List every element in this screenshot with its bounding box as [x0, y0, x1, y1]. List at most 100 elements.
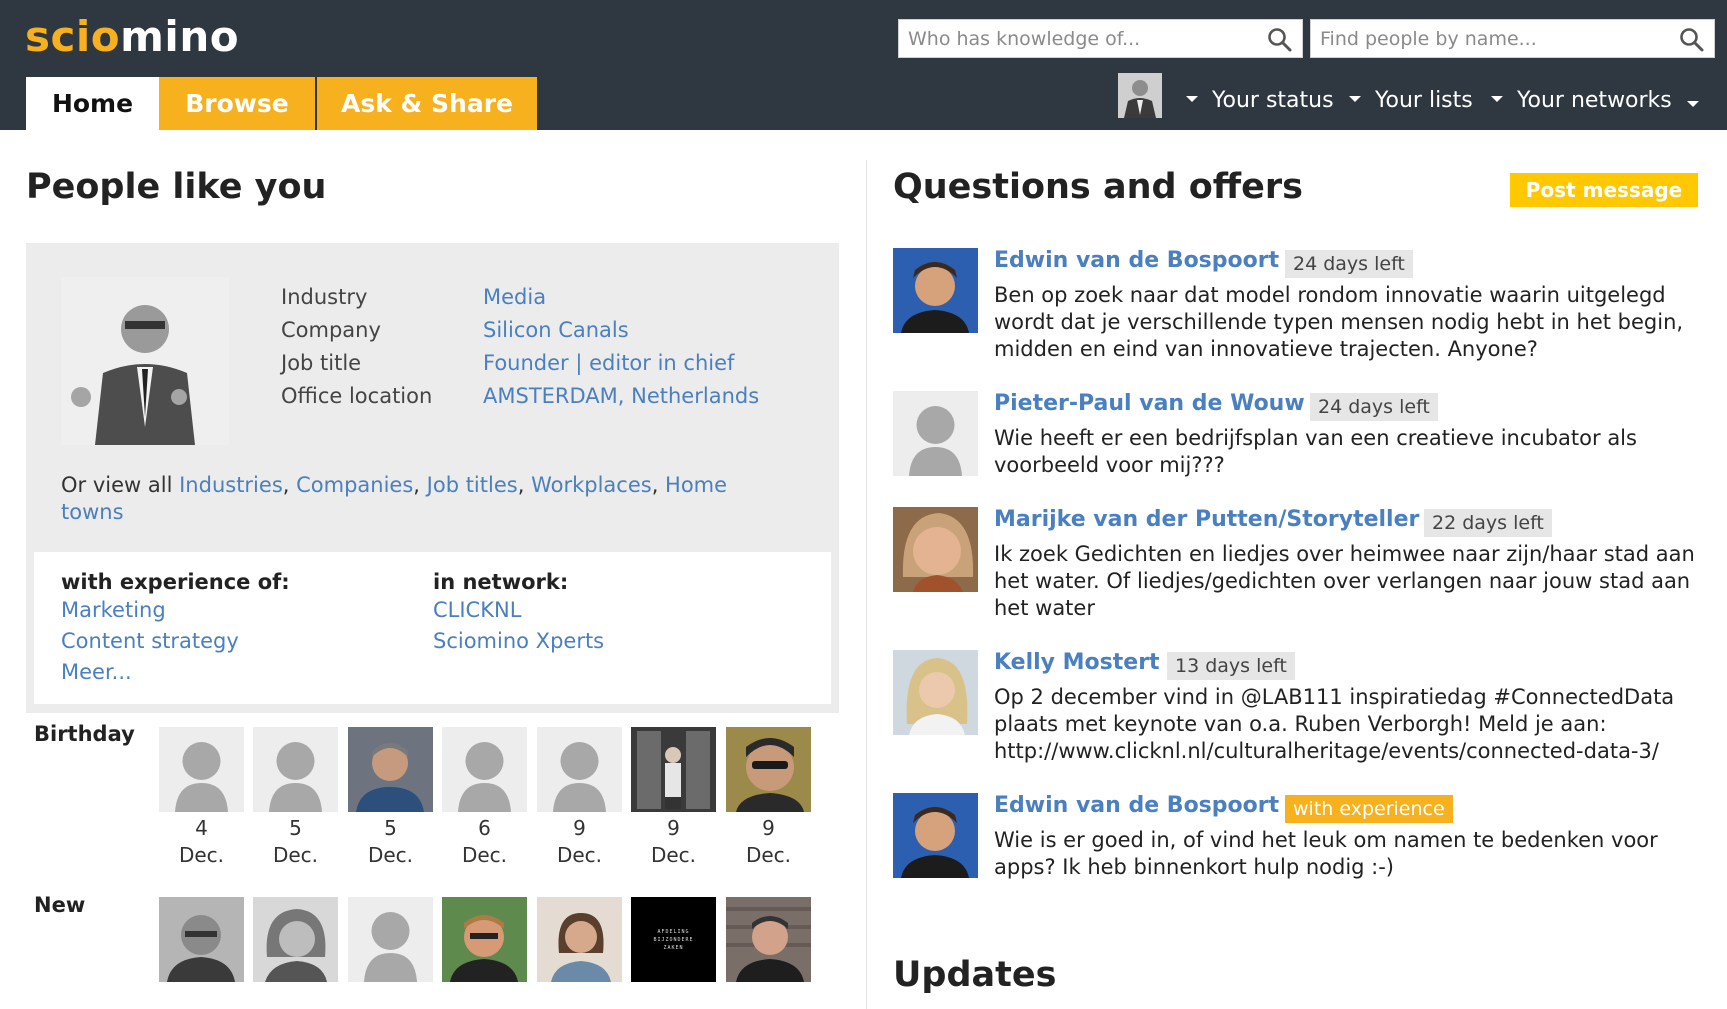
question-author-link[interactable]: Edwin van de Bospoort [994, 248, 1279, 273]
people-search [1310, 19, 1715, 58]
view-all-workplaces-link[interactable]: Workplaces [531, 473, 652, 497]
experience-heading: with experience of: [61, 570, 290, 594]
your-lists-menu[interactable]: Your lists [1349, 88, 1473, 118]
question-author-link[interactable]: Kelly Mostert [994, 650, 1160, 675]
user-avatar[interactable] [1118, 73, 1162, 118]
knowledge-search-input[interactable] [899, 20, 1302, 57]
question-author-link[interactable]: Pieter-Paul van de Wouw [994, 391, 1305, 416]
person-placeholder-icon [893, 391, 978, 476]
birthday-person-avatar[interactable] [442, 727, 527, 812]
question-text: Op 2 december vind in @LAB111 inspiratie… [994, 685, 1675, 763]
question-author-avatar[interactable] [893, 507, 978, 592]
person-photo [726, 897, 811, 982]
search-icon[interactable] [1678, 26, 1706, 54]
days-left-badge: 24 days left [1285, 250, 1413, 278]
sciomino-logo[interactable]: sciomino [25, 12, 239, 61]
person-photo [893, 650, 978, 735]
chevron-down-icon [1349, 96, 1361, 102]
question-item: Edwin van de Bospoort with experience Wi… [893, 793, 1703, 888]
tab-browse[interactable]: Browse [159, 77, 315, 130]
person-photo [253, 897, 338, 982]
birthday-person-avatar[interactable] [159, 727, 244, 812]
person-photo [893, 248, 978, 333]
person-photo [631, 727, 716, 812]
people-search-input[interactable] [1311, 20, 1714, 57]
question-text: Ben op zoek naar dat model rondom innova… [994, 283, 1684, 361]
person-photo [159, 897, 244, 982]
question-item: Edwin van de Bospoort 24 days left Ben o… [893, 248, 1703, 361]
chevron-down-icon [1186, 96, 1198, 102]
your-networks-menu[interactable]: Your networks [1491, 88, 1672, 118]
birthday-person-avatar[interactable] [726, 727, 811, 812]
field-label-industry: Industry [281, 285, 368, 309]
new-member-avatar[interactable] [348, 897, 433, 982]
person-photo [537, 897, 622, 982]
field-label-job-title: Job title [281, 351, 362, 375]
question-author-link[interactable]: Edwin van de Bospoort [994, 793, 1279, 818]
birthday-date: 9 Dec. [650, 816, 697, 867]
view-all-line: Or view all Industries, Companies, Job t… [61, 473, 728, 524]
profile-photo[interactable] [61, 277, 229, 445]
knowledge-search [898, 19, 1303, 58]
birthday-date: 9 Dec. [745, 816, 792, 867]
tab-ask-and-share[interactable]: Ask & Share [317, 77, 537, 130]
birthday-date: 4 Dec. [178, 816, 225, 867]
new-members-label: New [34, 893, 86, 917]
person-photo [893, 507, 978, 592]
birthday-date: 6 Dec. [461, 816, 508, 867]
view-all-industries-link[interactable]: Industries [179, 473, 283, 497]
tab-home[interactable]: Home [26, 77, 159, 130]
your-status-menu[interactable]: Your status [1186, 88, 1334, 118]
days-left-badge: 13 days left [1167, 652, 1295, 680]
chevron-down-icon[interactable] [1687, 101, 1699, 107]
birthday-person-avatar[interactable] [631, 727, 716, 812]
experience-link-content-strategy[interactable]: Content strategy [61, 626, 239, 657]
view-all-job-titles-link[interactable]: Job titles [427, 473, 518, 497]
view-all-companies-link[interactable]: Companies [296, 473, 413, 497]
new-member-avatar[interactable] [253, 897, 338, 982]
field-label-office-location: Office location [281, 384, 433, 408]
svg-text:ZAKEN: ZAKEN [663, 945, 683, 951]
experience-more-link[interactable]: Meer... [61, 657, 239, 688]
bijzondere-zaken-sign-logo: AFDELING BIJZONDERE ZAKEN [631, 897, 716, 982]
birthday-person-avatar[interactable] [348, 727, 433, 812]
experience-link-marketing[interactable]: Marketing [61, 595, 239, 626]
person-photo [893, 793, 978, 878]
field-value-industry-link[interactable]: Media [483, 281, 759, 314]
field-value-company-link[interactable]: Silicon Canals [483, 314, 759, 347]
new-member-avatar[interactable] [726, 897, 811, 982]
question-author-avatar[interactable] [893, 391, 978, 476]
question-text: Wie is er goed in, of vind het leuk om n… [994, 828, 1658, 879]
post-message-button[interactable]: Post message [1510, 173, 1698, 207]
field-value-job-title-link[interactable]: Founder | editor in chief [483, 347, 759, 380]
question-author-avatar[interactable] [893, 793, 978, 878]
field-value-office-location-link[interactable]: AMSTERDAM, Netherlands [483, 380, 759, 413]
new-member-avatar[interactable]: AFDELING BIJZONDERE ZAKEN [631, 897, 716, 982]
question-author-avatar[interactable] [893, 248, 978, 333]
top-bar: sciomino Home Browse Ask & Share Your st… [0, 0, 1727, 130]
new-member-avatar[interactable] [537, 897, 622, 982]
new-member-avatar[interactable] [442, 897, 527, 982]
people-like-you-title: People like you [26, 167, 327, 207]
birthday-person-avatar[interactable] [537, 727, 622, 812]
network-heading: in network: [433, 570, 569, 594]
with-experience-badge: with experience [1285, 795, 1453, 823]
question-author-link[interactable]: Marijke van der Putten/Storyteller [994, 507, 1419, 532]
birthday-date: 5 Dec. [272, 816, 319, 867]
profile-field-values: Media Silicon Canals Founder | editor in… [483, 281, 759, 413]
days-left-badge: 22 days left [1424, 509, 1552, 537]
question-author-avatar[interactable] [893, 650, 978, 735]
search-icon[interactable] [1266, 26, 1294, 54]
person-placeholder-icon [159, 727, 244, 812]
network-link-sciomino-xperts[interactable]: Sciomino Xperts [433, 626, 604, 657]
network-link-clicknl[interactable]: CLICKNL [433, 595, 604, 626]
experience-list: Marketing Content strategy Meer... [61, 595, 239, 688]
network-list: CLICKNL Sciomino Xperts [433, 595, 604, 657]
new-member-avatar[interactable] [159, 897, 244, 982]
main-tabs: Home Browse Ask & Share [26, 77, 537, 130]
updates-title: Updates [893, 955, 1057, 995]
chevron-down-icon [1491, 96, 1503, 102]
birthday-person-avatar[interactable] [253, 727, 338, 812]
birthday-label: Birthday [34, 722, 135, 746]
person-placeholder-icon [348, 897, 433, 982]
